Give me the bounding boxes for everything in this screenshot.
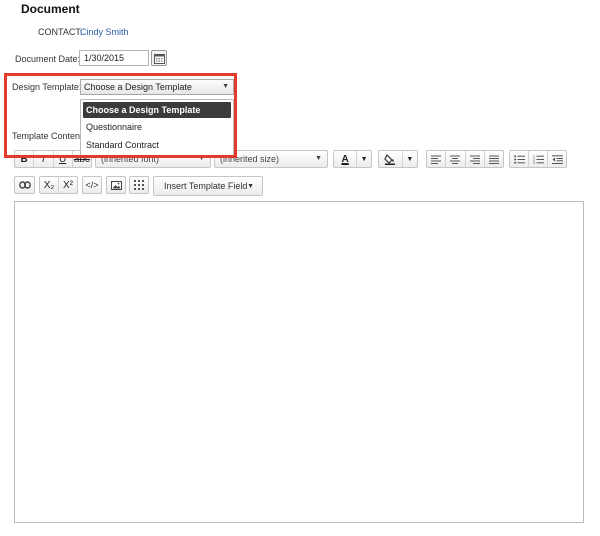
svg-text:3: 3 bbox=[533, 161, 535, 164]
insert-table-button[interactable] bbox=[129, 176, 149, 194]
highlight-box bbox=[4, 73, 237, 158]
image-icon bbox=[110, 180, 122, 190]
template-content-editor[interactable] bbox=[14, 201, 584, 523]
list-group: 123 bbox=[509, 150, 567, 168]
superscript-button[interactable]: X² bbox=[59, 177, 77, 193]
alignment-group bbox=[426, 150, 504, 168]
code-icon: </> bbox=[85, 180, 99, 190]
document-date-input[interactable] bbox=[79, 50, 149, 66]
font-color-icon: A bbox=[341, 153, 349, 165]
highlight-color-group: ▼ bbox=[378, 150, 418, 168]
superscript-icon: X² bbox=[63, 179, 73, 191]
align-justify-icon bbox=[488, 155, 499, 164]
link-icon bbox=[18, 181, 31, 189]
align-left-button[interactable] bbox=[427, 151, 447, 167]
html-source-button[interactable]: </> bbox=[82, 176, 102, 194]
chevron-down-icon: ▼ bbox=[315, 155, 322, 162]
outdent-icon bbox=[551, 154, 563, 164]
insert-template-field-button[interactable]: Insert Template Field ▼ bbox=[153, 176, 263, 196]
highlight-color-dropdown[interactable]: ▼ bbox=[403, 151, 417, 167]
outdent-button[interactable] bbox=[548, 151, 566, 167]
align-center-button[interactable] bbox=[446, 151, 466, 167]
insert-template-field-label: Insert Template Field bbox=[164, 181, 248, 191]
bulleted-list-button[interactable] bbox=[510, 151, 529, 167]
subscript-icon: X₂ bbox=[43, 179, 55, 191]
insert-link-button[interactable] bbox=[14, 176, 35, 194]
align-right-icon bbox=[469, 155, 480, 164]
numbered-list-button[interactable]: 123 bbox=[529, 151, 548, 167]
document-date-label: Document Date: bbox=[15, 54, 81, 64]
contact-name-link[interactable]: Cindy Smith bbox=[80, 27, 129, 37]
chevron-down-icon: ▼ bbox=[360, 155, 368, 163]
numbered-list-icon: 123 bbox=[533, 155, 544, 164]
align-justify-button[interactable] bbox=[485, 151, 503, 167]
font-color-button[interactable]: A bbox=[334, 151, 358, 167]
align-left-icon bbox=[431, 155, 442, 164]
paint-bucket-icon bbox=[384, 153, 396, 165]
chevron-down-icon: ▼ bbox=[406, 155, 414, 163]
contact-label: CONTACT: bbox=[38, 27, 83, 37]
bulleted-list-icon bbox=[513, 154, 525, 164]
highlight-color-button[interactable] bbox=[379, 151, 403, 167]
table-grid-icon bbox=[134, 180, 144, 190]
font-color-group: A ▼ bbox=[333, 150, 372, 168]
font-color-dropdown[interactable]: ▼ bbox=[357, 151, 371, 167]
script-group: X₂ X² bbox=[39, 176, 78, 194]
align-center-icon bbox=[450, 155, 461, 164]
page-title: Document bbox=[21, 2, 80, 16]
chevron-down-icon: ▼ bbox=[247, 182, 254, 190]
align-right-button[interactable] bbox=[466, 151, 485, 167]
calendar-icon[interactable] bbox=[151, 50, 167, 66]
subscript-button[interactable]: X₂ bbox=[40, 177, 59, 193]
insert-image-button[interactable] bbox=[106, 176, 126, 194]
